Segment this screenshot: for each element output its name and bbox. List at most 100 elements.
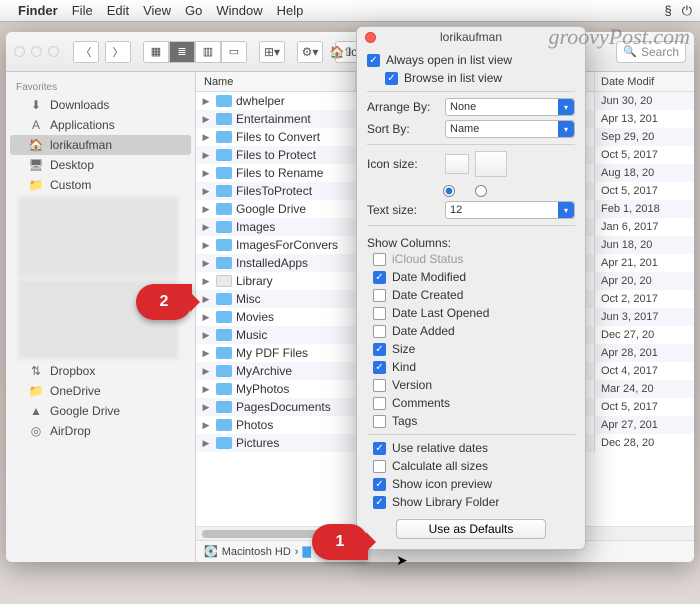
sidebar-item-custom[interactable]: 📁Custom xyxy=(10,175,191,195)
folder-icon xyxy=(216,329,232,341)
col-comments-checkbox[interactable] xyxy=(373,397,386,410)
col-icloud-status-checkbox[interactable] xyxy=(373,253,386,266)
disclosure-icon[interactable]: ▶ xyxy=(200,348,212,359)
date-cell: Oct 5, 2017 xyxy=(594,146,694,164)
disclosure-icon[interactable]: ▶ xyxy=(200,420,212,431)
opt-show-icon-preview-label: Show icon preview xyxy=(392,477,492,491)
arrange-select[interactable]: None▾ xyxy=(445,98,575,116)
disclosure-icon[interactable]: ▶ xyxy=(200,186,212,197)
close-icon[interactable] xyxy=(14,46,25,57)
menu-edit[interactable]: Edit xyxy=(107,3,129,18)
view-icon[interactable]: ▦ xyxy=(143,41,169,63)
action-button[interactable]: ⚙▾ xyxy=(297,41,323,63)
opt-calculate-all-sizes-checkbox[interactable] xyxy=(373,460,386,473)
sort-select[interactable]: Name▾ xyxy=(445,120,575,138)
folder-icon xyxy=(216,311,232,323)
menu-file[interactable]: File xyxy=(72,3,93,18)
iconsize-large-icon xyxy=(475,151,507,177)
menu-view[interactable]: View xyxy=(143,3,171,18)
col-version-checkbox[interactable] xyxy=(373,379,386,392)
disclosure-icon[interactable]: ▶ xyxy=(200,240,212,251)
sidebar-item-onedrive[interactable]: 📁OneDrive xyxy=(10,381,191,401)
arrange-button[interactable]: ⊞▾ xyxy=(259,41,285,63)
opt-show-icon-preview-checkbox[interactable] xyxy=(373,478,386,491)
disclosure-icon[interactable]: ▶ xyxy=(200,168,212,179)
menu-help[interactable]: Help xyxy=(277,3,304,18)
sidebar-item-airdrop[interactable]: ◎AirDrop xyxy=(10,421,191,441)
disclosure-icon[interactable]: ▶ xyxy=(200,96,212,107)
col-date-last-opened-checkbox[interactable] xyxy=(373,307,386,320)
col-tags-checkbox[interactable] xyxy=(373,415,386,428)
disclosure-icon[interactable]: ▶ xyxy=(200,222,212,233)
menu-window[interactable]: Window xyxy=(216,3,262,18)
sidebar-label: OneDrive xyxy=(50,384,101,398)
disclosure-icon[interactable]: ▶ xyxy=(200,258,212,269)
item-name: Pictures xyxy=(236,436,356,450)
close-icon[interactable] xyxy=(365,32,376,43)
col-tags-label: Tags xyxy=(392,414,417,428)
item-name: Library xyxy=(236,274,356,288)
column-name[interactable]: Name xyxy=(196,72,356,91)
col-kind-checkbox[interactable] xyxy=(373,361,386,374)
use-as-defaults-button[interactable]: Use as Defaults xyxy=(396,519,546,539)
column-date-hdr[interactable]: Date Modif xyxy=(594,72,694,92)
zoom-icon[interactable] xyxy=(48,46,59,57)
disclosure-icon[interactable]: ▶ xyxy=(200,276,212,287)
date-cell: Oct 5, 2017 xyxy=(594,182,694,200)
toolbar: 〈 〉 ▦ ≣ ▥ ▭ ⊞▾ 🏠 lorik ⚙▾ ⇧ ◯ 🔍 Search xyxy=(6,32,694,72)
col-kind-label: Kind xyxy=(392,360,416,374)
iconsize-large-radio[interactable] xyxy=(475,185,487,197)
sidebar-item-applications[interactable]: A Applications xyxy=(10,115,191,135)
textsize-select[interactable]: 12▾ xyxy=(445,201,575,219)
date-cell: Oct 4, 2017 xyxy=(594,362,694,380)
iconsize-small-radio[interactable] xyxy=(443,185,455,197)
item-name: Photos xyxy=(236,418,356,432)
opt-show-library-folder-checkbox[interactable] xyxy=(373,496,386,509)
col-date-created-checkbox[interactable] xyxy=(373,289,386,302)
view-column[interactable]: ▥ xyxy=(195,41,221,63)
item-name: My PDF Files xyxy=(236,346,356,360)
menuextra-1[interactable]: § xyxy=(664,3,671,19)
date-cell: Aug 18, 20 xyxy=(594,164,694,182)
menu-go[interactable]: Go xyxy=(185,3,202,18)
col-date-added-checkbox[interactable] xyxy=(373,325,386,338)
col-date-modified-checkbox[interactable] xyxy=(373,271,386,284)
sidebar-header-favorites: Favorites xyxy=(6,76,195,95)
disclosure-icon[interactable]: ▶ xyxy=(200,150,212,161)
disclosure-icon[interactable]: ▶ xyxy=(200,114,212,125)
disclosure-icon[interactable]: ▶ xyxy=(200,402,212,413)
sidebar-icon: ⇅ xyxy=(28,364,44,378)
browse-list-checkbox[interactable] xyxy=(385,72,398,85)
menuextra-2[interactable]: ⏻ xyxy=(682,3,692,19)
sidebar-icon: A xyxy=(28,118,44,132)
view-list[interactable]: ≣ xyxy=(169,41,195,63)
always-list-checkbox[interactable] xyxy=(367,54,380,67)
sidebar-label: Applications xyxy=(50,118,115,132)
disclosure-icon[interactable]: ▶ xyxy=(200,366,212,377)
col-size-checkbox[interactable] xyxy=(373,343,386,356)
folder-icon xyxy=(216,239,232,251)
sidebar-item-dropbox[interactable]: ⇅Dropbox xyxy=(10,361,191,381)
sidebar-item-desktop[interactable]: 🖥Desktop xyxy=(10,155,191,175)
sidebar-item-downloads[interactable]: ⬇︎Downloads xyxy=(10,95,191,115)
view-switcher: ▦ ≣ ▥ ▭ xyxy=(143,41,247,63)
back-button[interactable]: 〈 xyxy=(73,41,99,63)
disclosure-icon[interactable]: ▶ xyxy=(200,438,212,449)
disclosure-icon[interactable]: ▶ xyxy=(200,330,212,341)
folder-icon xyxy=(216,257,232,269)
disclosure-icon[interactable]: ▶ xyxy=(200,132,212,143)
iconsize-label: Icon size: xyxy=(367,157,439,171)
view-gallery[interactable]: ▭ xyxy=(221,41,247,63)
sidebar-item-google-drive[interactable]: ▲Google Drive xyxy=(10,401,191,421)
opt-use-relative-dates-checkbox[interactable] xyxy=(373,442,386,455)
sidebar-item-lorikaufman[interactable]: 🏠lorikaufman xyxy=(10,135,191,155)
forward-button[interactable]: 〉 xyxy=(105,41,131,63)
disclosure-icon[interactable]: ▶ xyxy=(200,204,212,215)
disclosure-icon[interactable]: ▶ xyxy=(200,384,212,395)
app-name[interactable]: Finder xyxy=(18,3,58,18)
date-cell: Dec 28, 20 xyxy=(594,434,694,452)
disclosure-icon[interactable]: ▶ xyxy=(200,312,212,323)
minimize-icon[interactable] xyxy=(31,46,42,57)
search-input[interactable]: 🔍 Search xyxy=(616,41,686,63)
path-seg-0[interactable]: Macintosh HD xyxy=(222,546,291,558)
